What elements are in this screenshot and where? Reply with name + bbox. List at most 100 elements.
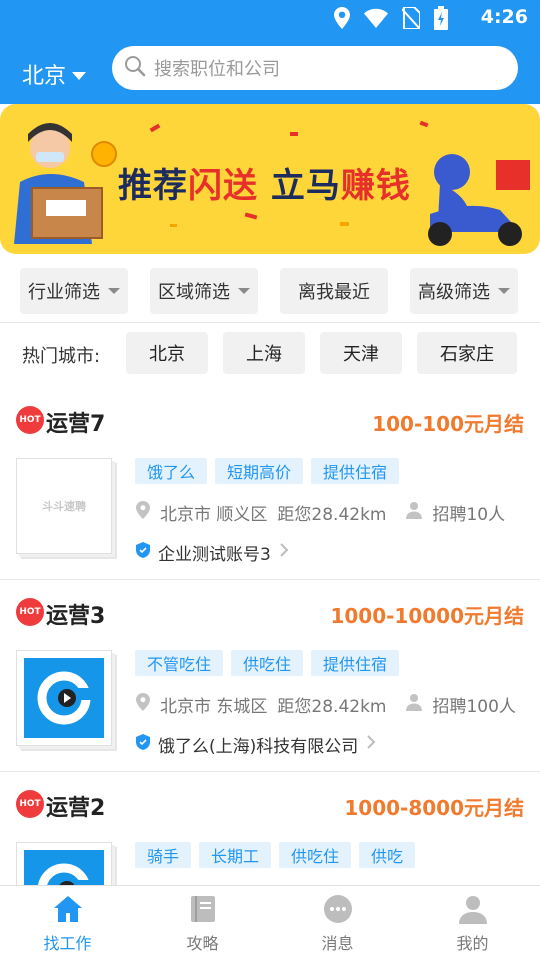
- job-title: 运营7: [46, 412, 106, 437]
- filter-label: 离我最近: [298, 282, 370, 303]
- home-icon: [53, 894, 83, 928]
- city-button-beijing[interactable]: 北京: [126, 332, 208, 374]
- filter-label: 高级筛选: [418, 282, 490, 303]
- hot-cities-label: 热门城市:: [22, 346, 101, 367]
- job-tag: 不管吃住: [135, 650, 224, 676]
- job-hiring-count: 招聘100人: [432, 697, 516, 717]
- city-label: 北京: [22, 64, 67, 89]
- advanced-filter-button[interactable]: 高级筛选: [410, 268, 518, 314]
- job-card[interactable]: HOT 运营2 1000-8000元月结 骑手 长期工 供吃住 供吃: [0, 772, 540, 885]
- status-bar: 4:26: [0, 0, 540, 36]
- job-tag: 饿了么: [135, 458, 208, 484]
- hot-badge: HOT: [16, 598, 44, 626]
- job-card[interactable]: HOT 运营7 100-100元月结 斗斗速聘 饿了么 短期高价 提供住宿 北京…: [0, 388, 540, 580]
- job-hiring-count: 招聘10人: [432, 505, 506, 525]
- profile-icon: [458, 894, 488, 928]
- nav-label: 消息: [321, 933, 354, 953]
- chevron-right-icon: [279, 542, 289, 563]
- company-name: 企业测试账号3: [158, 545, 271, 565]
- caret-down-icon: [238, 288, 250, 294]
- banner-headline: 推荐闪送 立马赚钱: [118, 158, 411, 207]
- no-sim-icon: [401, 6, 421, 33]
- location-pin-icon: [136, 501, 150, 524]
- city-button-tianjin[interactable]: 天津: [320, 332, 402, 374]
- job-tag: 供吃: [359, 842, 416, 868]
- battery-icon: [434, 6, 448, 34]
- logo-text: 斗斗速聘: [42, 500, 86, 513]
- nav-guide[interactable]: 攻略: [135, 886, 270, 960]
- caret-down-icon: [108, 288, 120, 294]
- banner-text-1: 推荐: [118, 166, 188, 206]
- job-tag: 提供住宿: [311, 650, 400, 676]
- banner-text-3: 立马: [258, 166, 341, 206]
- job-meta: 北京市 顺义区 距您28.42km 招聘10人: [136, 500, 505, 525]
- job-distance: 距您28.42km: [277, 697, 387, 717]
- job-location: 北京市 顺义区: [160, 505, 268, 525]
- job-title: 运营2: [46, 796, 106, 821]
- header: 北京 搜索职位和公司: [0, 36, 540, 104]
- job-card[interactable]: HOT 运营3 1000-10000元月结 不管吃住 供吃住 提供住宿 北京市 …: [0, 580, 540, 772]
- job-tags: 饿了么 短期高价 提供住宿: [135, 458, 400, 484]
- industry-filter-button[interactable]: 行业筛选: [20, 268, 128, 314]
- nearest-filter-button[interactable]: 离我最近: [280, 268, 388, 314]
- location-pin-icon: [136, 693, 150, 716]
- banner-text-2: 闪送: [188, 166, 258, 206]
- search-icon: [124, 55, 146, 81]
- job-salary: 1000-10000元月结: [330, 604, 524, 628]
- wifi-icon: [364, 8, 388, 32]
- promo-banner[interactable]: 推荐闪送 立马赚钱: [0, 104, 540, 254]
- nav-label: 攻略: [186, 933, 219, 953]
- nav-find-job[interactable]: 找工作: [0, 886, 135, 960]
- nav-profile[interactable]: 我的: [405, 886, 540, 960]
- company-name: 饿了么(上海)科技有限公司: [158, 737, 359, 757]
- job-tag: 短期高价: [215, 458, 304, 484]
- job-tag: 提供住宿: [311, 458, 400, 484]
- city-selector[interactable]: 北京: [22, 58, 87, 90]
- nav-label: 我的: [456, 933, 489, 953]
- caret-down-icon: [72, 72, 87, 80]
- search-placeholder: 搜索职位和公司: [154, 59, 280, 80]
- job-tag: 供吃住: [231, 650, 304, 676]
- company-row[interactable]: 饿了么(上海)科技有限公司: [136, 732, 376, 757]
- company-logo: 斗斗速聘: [16, 458, 112, 554]
- hot-badge: HOT: [16, 790, 44, 818]
- job-meta: 北京市 东城区 距您28.42km 招聘100人: [136, 692, 516, 717]
- job-tag: 供吃住: [279, 842, 352, 868]
- company-row[interactable]: 企业测试账号3: [136, 540, 289, 565]
- verified-shield-icon: [136, 542, 150, 563]
- hot-badge: HOT: [16, 406, 44, 434]
- person-icon: [406, 501, 423, 524]
- banner-text-4: 赚钱: [340, 166, 411, 206]
- message-icon: [323, 894, 353, 928]
- top-bar: 4:26 北京 搜索职位和公司: [0, 0, 540, 104]
- job-salary: 1000-8000元月结: [344, 796, 524, 820]
- caret-down-icon: [498, 288, 510, 294]
- chevron-right-icon: [366, 734, 376, 755]
- location-icon: [334, 7, 350, 33]
- job-title: 运营3: [46, 604, 106, 629]
- eleme-logo-icon: [24, 658, 104, 738]
- nav-label: 找工作: [43, 933, 92, 953]
- book-icon: [188, 894, 218, 928]
- area-filter-button[interactable]: 区域筛选: [150, 268, 258, 314]
- filter-label: 行业筛选: [28, 282, 100, 303]
- city-button-shanghai[interactable]: 上海: [223, 332, 305, 374]
- job-tag: 长期工: [199, 842, 272, 868]
- status-time: 4:26: [480, 6, 528, 28]
- search-input[interactable]: 搜索职位和公司: [112, 46, 518, 90]
- nav-messages[interactable]: 消息: [270, 886, 405, 960]
- verified-shield-icon: [136, 734, 150, 755]
- filter-label: 区域筛选: [158, 282, 230, 303]
- city-button-shijiazhuang[interactable]: 石家庄: [417, 332, 517, 374]
- eleme-logo-icon: [24, 850, 104, 885]
- person-icon: [406, 693, 423, 716]
- job-distance: 距您28.42km: [277, 505, 387, 525]
- filter-bar: 行业筛选 区域筛选 离我最近 高级筛选: [0, 266, 540, 318]
- divider: [0, 322, 540, 323]
- hot-cities: 热门城市: 北京 上海 天津 石家庄: [0, 330, 540, 378]
- job-tag: 骑手: [135, 842, 192, 868]
- company-logo: [16, 842, 112, 885]
- company-logo: [16, 650, 112, 746]
- job-tags: 骑手 长期工 供吃住 供吃: [135, 842, 416, 868]
- bottom-nav: 找工作 攻略 消息 我的: [0, 885, 540, 960]
